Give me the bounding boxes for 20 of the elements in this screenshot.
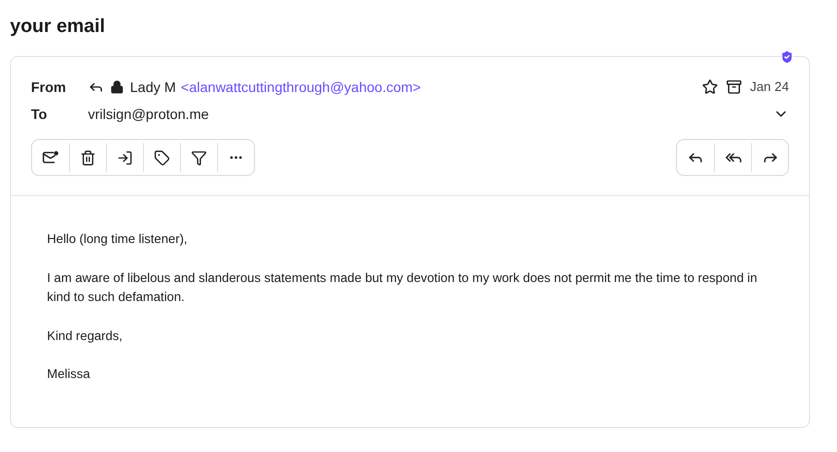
filter-icon [191, 150, 207, 166]
body-paragraph: Melissa [47, 366, 92, 383]
recipient-address: vrilsign@proton.me [88, 106, 209, 122]
body-paragraph: Hello (long time listener), [47, 231, 188, 248]
sender-name: Lady M [130, 78, 176, 94]
more-icon [230, 156, 242, 159]
trash-icon [80, 150, 96, 166]
tag-icon [154, 150, 170, 166]
body-paragraph: I am aware of libelous and slanderous statements made but my devotion to my work does not permit me the time to respond in kind to such defamation. [47, 270, 758, 306]
page-title: your email [10, 15, 106, 39]
to-label: To [31, 106, 48, 122]
star-icon[interactable] [702, 78, 718, 94]
sender-address[interactable]: <alanwattcuttingthrough@yahoo.com> [180, 78, 421, 94]
body-paragraph: Kind regards, [47, 328, 124, 345]
archive-icon[interactable] [726, 78, 742, 94]
mail-icon [42, 149, 59, 166]
message-date: Jan 24 [750, 79, 789, 94]
from-label: From [31, 78, 67, 94]
lock-icon [110, 80, 124, 94]
move-icon [117, 150, 133, 166]
